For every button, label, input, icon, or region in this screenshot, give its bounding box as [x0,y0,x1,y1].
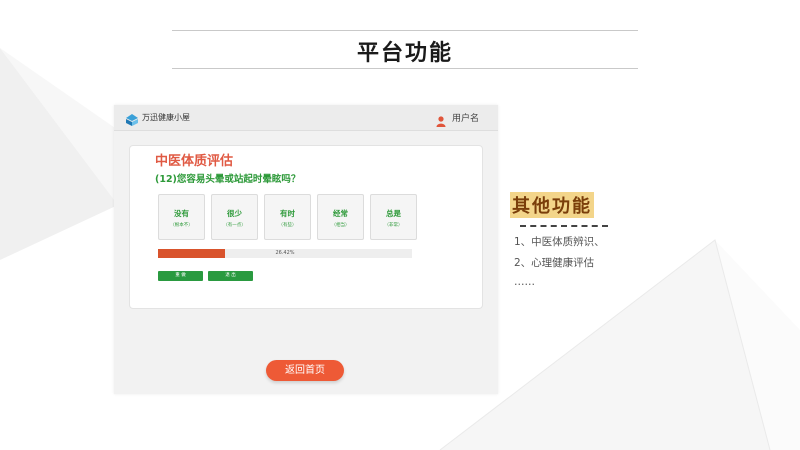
other-features-title: 其他功能 [510,192,594,218]
app-name: 万迅健康小屋 [142,113,190,122]
exit-button[interactable]: 退 出 [208,271,253,281]
user-icon[interactable] [436,112,446,131]
return-home-button[interactable]: 返回首页 [266,360,344,381]
option-sub: （根本不） [170,223,193,228]
slide-title-frame: 平台功能 [172,30,638,69]
dashed-divider [520,225,608,227]
option-sub: （有一点） [223,223,246,228]
app-screenshot: 万迅健康小屋 用户名 中医体质评估 (12)您容易头晕或站起时晕眩吗？ 没有 （… [114,105,498,394]
feature-item: 1、中医体质辨识、 [514,236,605,248]
option-often[interactable]: 经常 （相当） [317,194,364,240]
option-rarely[interactable]: 很少 （有一点） [211,194,258,240]
feature-item: 2、心理健康评估 [514,257,595,269]
redo-button[interactable]: 重 做 [158,271,203,281]
option-label: 经常 [333,209,348,218]
option-never[interactable]: 没有 （根本不） [158,194,205,240]
progress-text: 26.42% [275,250,295,256]
option-sub: （非常） [384,223,403,228]
app-header: 万迅健康小屋 用户名 [114,105,498,131]
card-title: 中医体质评估 [155,154,234,169]
app-logo-icon [126,111,138,130]
assessment-card: 中医体质评估 (12)您容易头晕或站起时晕眩吗？ 没有 （根本不） 很少 （有一… [129,145,483,309]
user-name[interactable]: 用户名 [452,111,479,124]
progress-bar: 26.42% [158,249,412,258]
question-text: (12)您容易头晕或站起时晕眩吗？ [155,174,301,185]
option-always[interactable]: 总是 （非常） [370,194,417,240]
option-sub: （相当） [331,223,350,228]
slide-title: 平台功能 [356,41,453,66]
option-label: 没有 [174,209,189,218]
option-label: 总是 [386,209,401,218]
option-sometimes[interactable]: 有时 （有些） [264,194,311,240]
feature-item: …… [514,276,535,288]
option-label: 有时 [280,209,295,218]
option-sub: （有些） [278,223,297,228]
option-label: 很少 [227,209,242,218]
